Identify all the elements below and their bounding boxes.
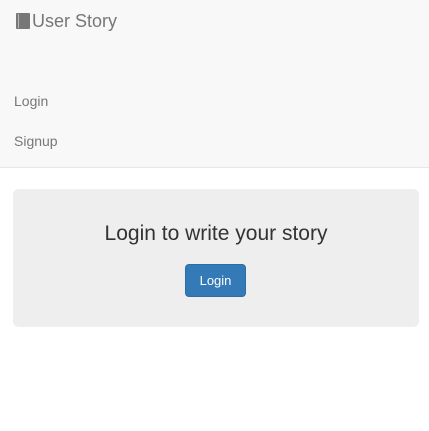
nav-signup-link[interactable]: Signup	[14, 133, 58, 149]
login-prompt-panel: Login to write your story Login	[13, 189, 419, 327]
login-prompt-heading: Login to write your story	[104, 222, 328, 245]
navbar-brand[interactable]: User Story	[15, 9, 117, 33]
brand-label: User Story	[32, 10, 118, 31]
login-button[interactable]: Login	[185, 264, 246, 297]
nav-login-link[interactable]: Login	[14, 93, 48, 109]
book-icon	[15, 12, 31, 30]
navbar: User Story Login Signup	[0, 0, 429, 168]
